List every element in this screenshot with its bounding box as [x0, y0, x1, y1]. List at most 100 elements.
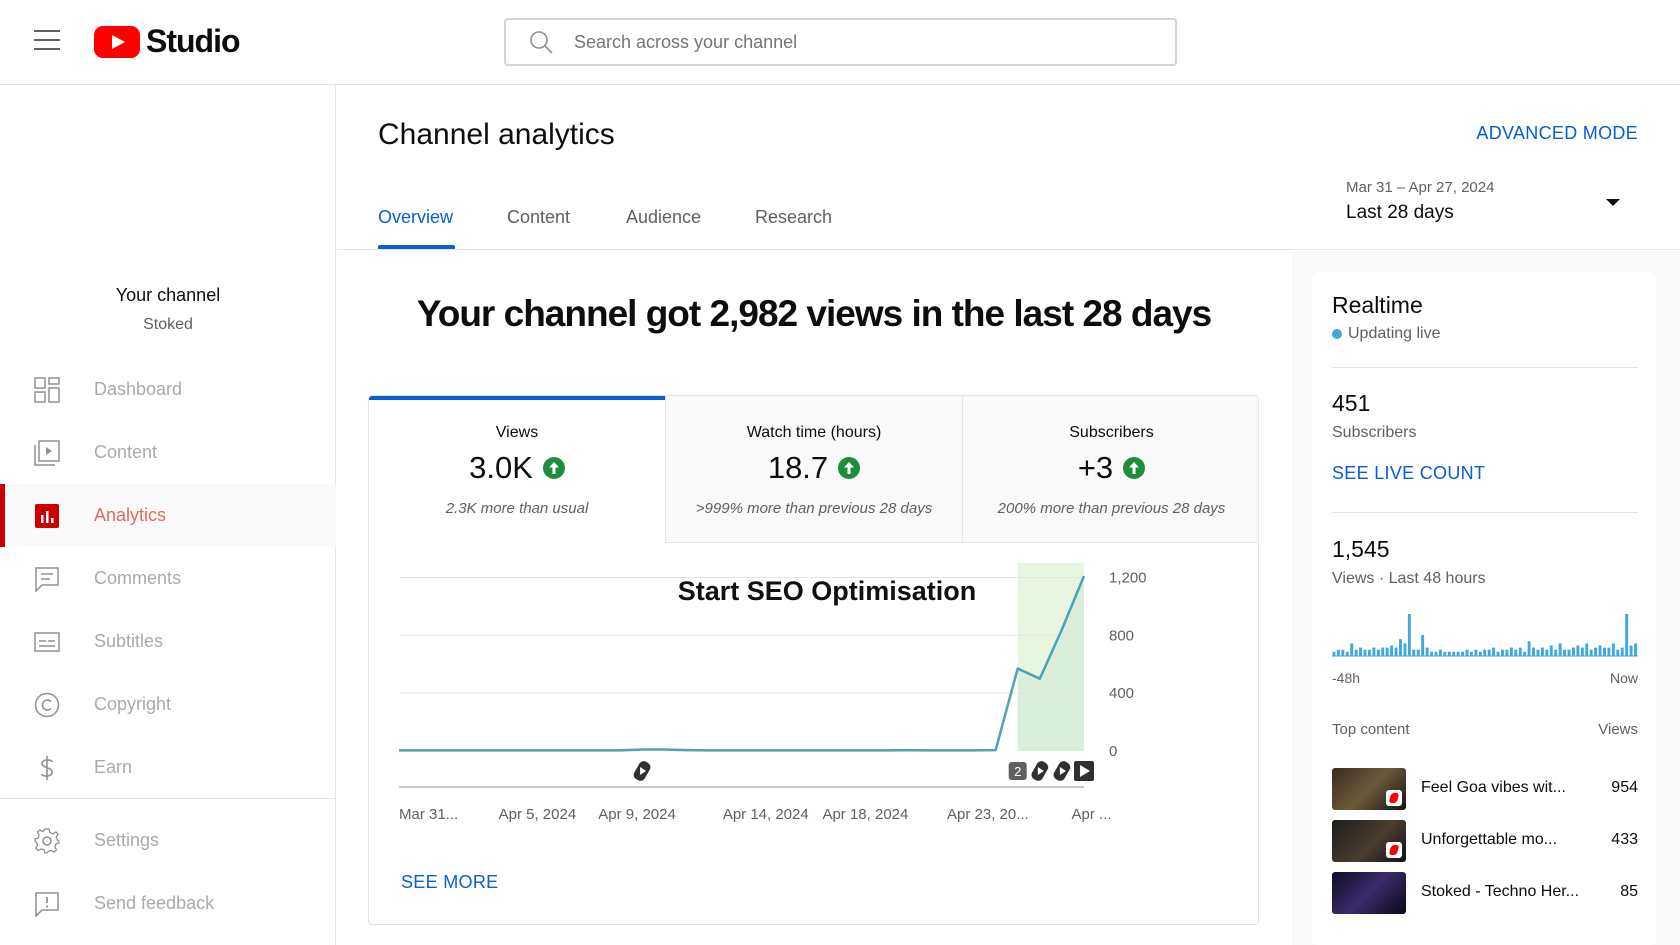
video-title: Stoked - Techno Her... — [1421, 883, 1580, 900]
overview-headline: Your channel got 2,982 views in the last… — [416, 293, 1212, 334]
search-input[interactable] — [574, 31, 1134, 53]
sidebar-item-label: Analytics — [94, 505, 167, 525]
sparkline-bar — [1412, 649, 1416, 656]
subscriber-count: 451 — [1332, 390, 1371, 416]
sparkline-bar — [1509, 647, 1513, 656]
sparkline-bar — [1580, 647, 1584, 656]
realtime-status-text: Updating live — [1348, 325, 1441, 342]
sparkline-bar — [1359, 647, 1363, 656]
sparkline-bar — [1385, 647, 1389, 656]
realtime-views-count: 1,545 — [1332, 536, 1390, 562]
sparkline-bar — [1607, 647, 1611, 656]
chart-annotation: Start SEO Optimisation — [678, 576, 977, 606]
top-content-row[interactable]: Stoked - Techno Her... 85 — [1332, 872, 1638, 914]
video-thumbnail — [1332, 872, 1406, 914]
subtitles-icon — [34, 631, 60, 652]
sparkline-bar — [1616, 649, 1620, 656]
metric-label: Views — [495, 424, 539, 441]
sparkline-bar — [1634, 643, 1637, 656]
x-tick-label: Apr 14, 2024 — [723, 806, 809, 823]
metric-value-row: 3.0K — [369, 450, 665, 486]
sparkline-bar — [1354, 649, 1358, 656]
sparkline-bar — [1372, 647, 1376, 656]
sparkline-bar — [1376, 649, 1380, 656]
sidebar-item-analytics[interactable]: Analytics — [0, 484, 336, 547]
sparkline-bar — [1492, 647, 1496, 656]
trend-up-icon — [542, 457, 565, 479]
sparkline-bar — [1620, 647, 1624, 656]
video-thumbnail — [1332, 768, 1406, 810]
sidebar-item-content[interactable]: Content — [0, 421, 336, 484]
tab-audience[interactable]: Audience — [626, 207, 701, 228]
top-content-row[interactable]: Feel Goa vibes wit... 954 — [1332, 768, 1638, 810]
sparkline-bar — [1447, 651, 1451, 656]
sparkline-bar — [1390, 645, 1394, 656]
y-tick-label: 400 — [1109, 685, 1134, 702]
top-content-row[interactable]: Unforgettable mo... 433 — [1332, 820, 1638, 862]
sparkline-bar — [1430, 651, 1433, 656]
video-thumbnail — [1332, 820, 1406, 862]
sparkline-bar — [1594, 647, 1598, 656]
sidebar-item-dashboard[interactable]: Dashboard — [0, 358, 336, 421]
sparkline-bar — [1549, 645, 1553, 656]
caret-down-icon — [1606, 199, 1620, 206]
sparkline-bar — [1496, 651, 1500, 656]
top-content-header: Top content — [1332, 721, 1410, 738]
menu-icon[interactable] — [34, 30, 60, 50]
metric-tab-views[interactable]: Views 3.0K 2.3K more than usual — [369, 396, 666, 543]
sparkline-bar — [1523, 651, 1527, 656]
see-more-button[interactable]: SEE MORE — [401, 872, 498, 893]
x-tick-label: Apr 23, 20... — [947, 806, 1029, 823]
page-title: Channel analytics — [378, 118, 615, 151]
sparkline-start-label: -48h — [1332, 670, 1361, 686]
trend-up-icon — [1123, 457, 1146, 479]
sparkline-bar — [1336, 649, 1340, 656]
sparkline-bar — [1474, 649, 1478, 656]
sparkline-bar — [1478, 651, 1482, 656]
subscriber-label: Subscribers — [1332, 424, 1417, 441]
sparkline-bar — [1576, 645, 1580, 656]
sparkline-bar — [1403, 643, 1407, 656]
realtime-status: Updating live — [1332, 325, 1441, 343]
tab-content[interactable]: Content — [507, 207, 570, 228]
logo-text: Studio — [146, 23, 241, 59]
see-live-count-button[interactable]: SEE LIVE COUNT — [1332, 463, 1485, 484]
metric-tab-watch-time[interactable]: Watch time (hours) 18.7 >999% more than … — [666, 396, 963, 543]
sparkline-bar — [1416, 649, 1420, 656]
sidebar-item-label: Settings — [94, 830, 160, 850]
divider — [1332, 512, 1638, 513]
x-tick-label: Apr 9, 2024 — [598, 806, 676, 823]
sidebar-item-label: Dashboard — [94, 379, 183, 399]
sparkline-bar — [1527, 641, 1531, 656]
metric-description: 2.3K more than usual — [445, 500, 589, 517]
advanced-mode-button[interactable]: ADVANCED MODE — [1476, 123, 1638, 144]
sparkline-bar — [1545, 649, 1549, 656]
earn-icon — [41, 755, 53, 780]
sidebar-item-earn[interactable]: Earn — [0, 736, 336, 799]
metrics-card: Views 3.0K 2.3K more than usual Watch ti… — [368, 395, 1259, 925]
metric-value: 3.0K — [469, 450, 533, 485]
metric-tab-subscribers[interactable]: Subscribers +3 200% more than previous 2… — [963, 396, 1258, 543]
sidebar-item-subtitles[interactable]: Subtitles — [0, 610, 336, 673]
video-title: Feel Goa vibes wit... — [1421, 779, 1566, 796]
sidebar-item-settings[interactable]: Settings — [0, 809, 336, 872]
video-marker-icon — [1074, 761, 1094, 781]
tab-overview[interactable]: Overview — [378, 207, 453, 228]
marker-count-label: 2 — [1014, 764, 1021, 779]
shorts-marker-icon — [633, 761, 651, 781]
video-title: Unforgettable mo... — [1421, 831, 1558, 848]
sidebar-item-label: Comments — [94, 568, 182, 588]
sidebar-item-send-feedback[interactable]: Send feedback — [0, 872, 336, 935]
search-box[interactable] — [504, 18, 1177, 66]
sidebar-item-copyright[interactable]: Copyright — [0, 673, 336, 736]
tab-research[interactable]: Research — [755, 207, 832, 228]
studio-logo[interactable]: Studio — [94, 23, 241, 60]
sparkline-bar — [1501, 649, 1504, 656]
analytics-header: Channel analytics ADVANCED MODE Overview… — [337, 85, 1680, 250]
y-tick-label: 800 — [1109, 627, 1134, 644]
top-content-views-header: Views — [1598, 721, 1638, 738]
sidebar-item-comments[interactable]: Comments — [0, 547, 336, 610]
divider — [1332, 367, 1638, 368]
sparkline-bar — [1469, 651, 1473, 656]
sparkline-bar — [1332, 651, 1336, 656]
